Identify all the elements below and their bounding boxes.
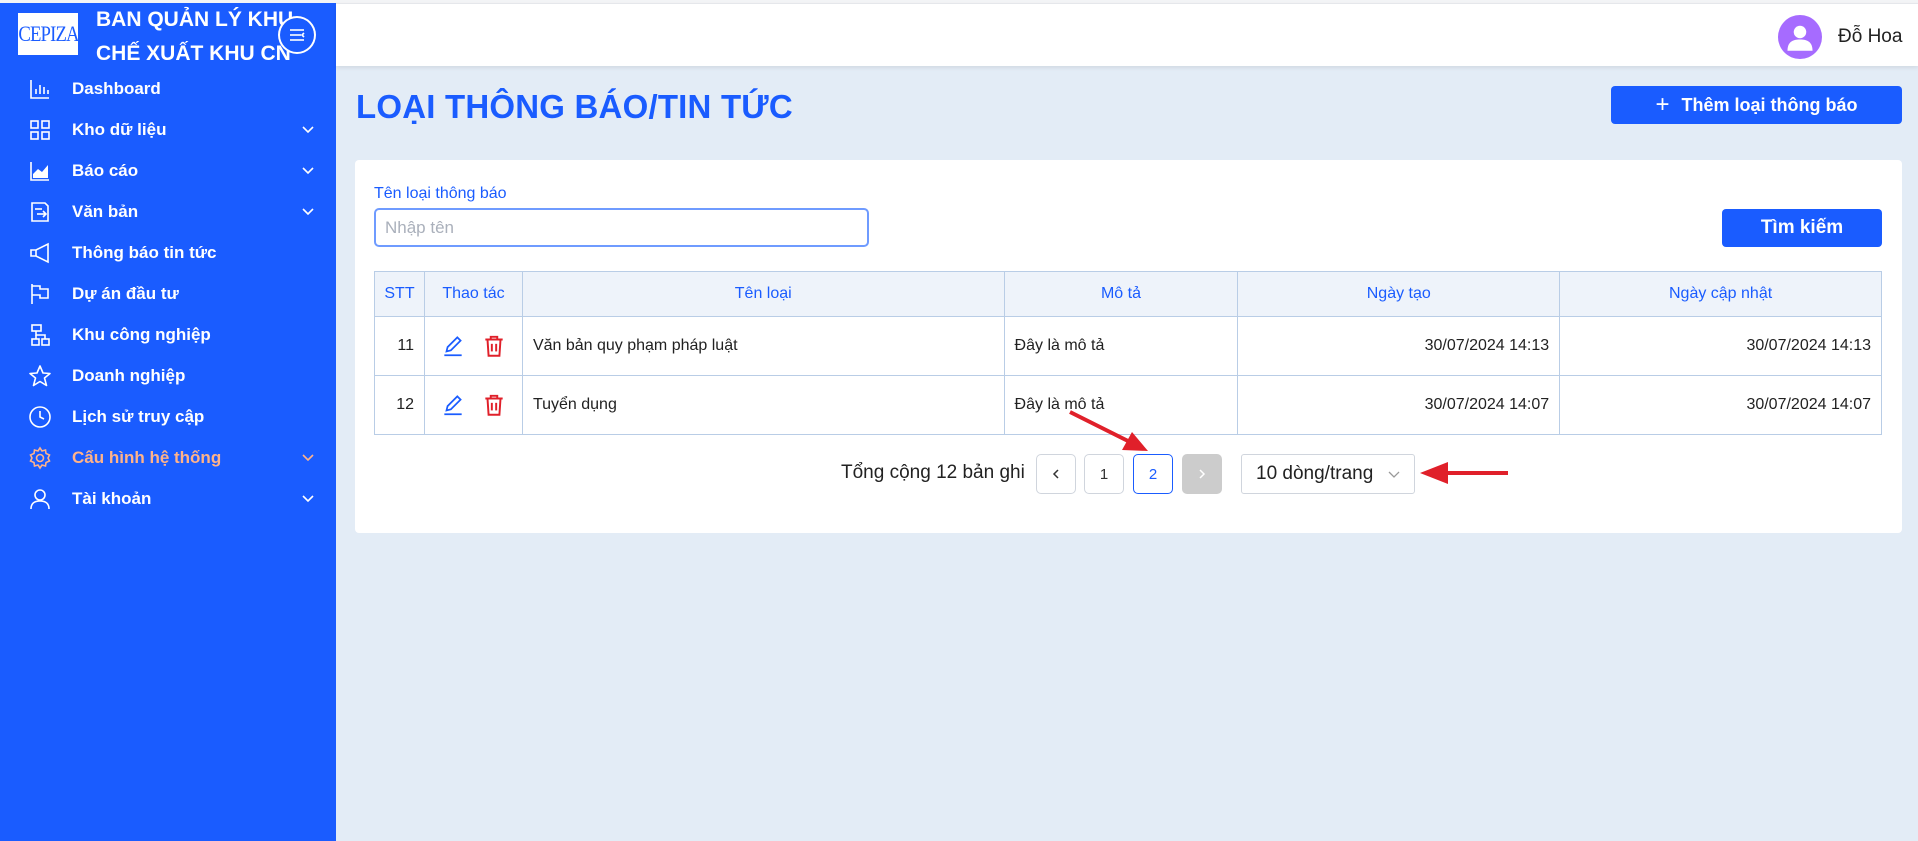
cell-name: Tuyển dụng xyxy=(521,375,1005,435)
brand: CEPIZA BAN QUẢN LÝ KHU CHẾ XUẤT KHU CN xyxy=(0,0,336,72)
bar-chart-icon xyxy=(30,80,49,99)
menu-fold-icon xyxy=(280,18,314,52)
cell-updated: 30/07/2024 14:13 xyxy=(1559,316,1882,376)
page-button-1[interactable]: 1 xyxy=(1084,454,1124,494)
chevron-down-icon xyxy=(302,495,314,503)
sidebar-item-label: Khu công nghiệp xyxy=(72,324,211,344)
document-icon xyxy=(31,202,49,222)
sidebar-item-label: Tài khoản xyxy=(72,488,152,508)
avatar[interactable] xyxy=(1778,15,1822,59)
username[interactable]: Đỗ Hoa xyxy=(1838,26,1902,48)
chevron-down-icon xyxy=(302,454,314,462)
brand-title-line2: CHẾ XUẤT KHU CN xyxy=(96,42,291,65)
page-button-2[interactable]: 2 xyxy=(1133,454,1173,494)
cluster-icon xyxy=(31,324,50,346)
sidebar-item-thong-bao-tin-tuc[interactable]: Thông báo tin tức xyxy=(0,232,336,273)
page-size-value: 10 dòng/trang xyxy=(1256,463,1374,484)
cell-stt: 11 xyxy=(374,316,425,376)
user-avatar-icon xyxy=(1787,25,1813,51)
table-row: 12 Tuyển dụng Đây là mô tả 30/07/2024 14… xyxy=(374,375,1882,435)
brand-title: BAN QUẢN LÝ KHU CHẾ XUẤT KHU CN xyxy=(96,3,293,71)
search-field-label: Tên loại thông báo xyxy=(374,185,507,202)
sidebar-item-label: Dashboard xyxy=(72,78,161,98)
table-row: 11 Văn bản quy phạm pháp luật Đây là mô … xyxy=(374,316,1882,376)
area-chart-icon xyxy=(30,162,49,181)
page-title: LOẠI THÔNG BÁO/TIN TỨC xyxy=(356,88,793,125)
chevron-down-icon xyxy=(302,167,314,175)
sidebar-item-label: Dự án đầu tư xyxy=(72,283,179,303)
table-header-row: STT Thao tác Tên loại Mô tả Ngày tạo Ngà… xyxy=(374,271,1882,317)
page-size-select[interactable]: 10 dòng/trang xyxy=(1241,454,1415,494)
sidebar-item-tai-khoan[interactable]: Tài khoản xyxy=(0,478,336,519)
sidebar-item-label: Lịch sử truy cập xyxy=(72,406,205,426)
chevron-down-icon xyxy=(1388,471,1400,478)
sidebar-item-label: Kho dữ liệu xyxy=(72,119,167,139)
total-records: Tổng cộng 12 bản ghi xyxy=(841,462,1025,483)
next-page-button[interactable] xyxy=(1182,454,1222,494)
column-header[interactable]: STT xyxy=(374,271,425,317)
prev-page-button[interactable] xyxy=(1036,454,1076,494)
gear-icon xyxy=(29,446,51,470)
search-input[interactable] xyxy=(374,208,869,247)
cell-actions xyxy=(423,375,523,435)
cell-stt: 12 xyxy=(374,375,425,435)
chevron-down-icon xyxy=(302,208,314,216)
cell-updated: 30/07/2024 14:07 xyxy=(1559,375,1882,435)
grid-icon xyxy=(30,120,50,140)
data-table: STT Thao tác Tên loại Mô tả Ngày tạo Ngà… xyxy=(374,271,1882,435)
column-header[interactable]: Ngày tạo xyxy=(1237,271,1561,317)
cell-description: Đây là mô tả xyxy=(1003,316,1239,376)
chevron-down-icon xyxy=(302,126,314,134)
logo-text: CEPIZA xyxy=(17,21,79,46)
column-header[interactable]: Ngày cập nhật xyxy=(1559,271,1882,317)
sidebar-item-khu-cong-nghiep[interactable]: Khu công nghiệp xyxy=(0,314,336,355)
flag-icon xyxy=(31,284,49,304)
logo[interactable]: CEPIZA xyxy=(17,13,79,55)
cell-actions xyxy=(423,316,523,376)
sidebar-item-label: Doanh nghiệp xyxy=(72,365,186,385)
delete-icon[interactable] xyxy=(481,333,507,359)
sidebar-item-du-an-dau-tu[interactable]: Dự án đầu tư xyxy=(0,273,336,314)
user-icon xyxy=(30,489,50,510)
brand-title-line1: BAN QUẢN LÝ KHU xyxy=(96,8,294,31)
sidebar-item-van-ban[interactable]: Văn bản xyxy=(0,191,336,232)
add-button-label: Thêm loại thông báo xyxy=(1681,94,1858,115)
column-header[interactable]: Thao tác xyxy=(423,271,523,317)
sidebar-item-doanh-nghiep[interactable]: Doanh nghiệp xyxy=(0,355,336,396)
edit-icon[interactable] xyxy=(440,392,466,418)
sidebar-nav: Dashboard Kho dữ liệu Báo cáo Văn bản Th… xyxy=(0,68,336,519)
add-notification-type-button[interactable]: + Thêm loại thông báo xyxy=(1611,86,1902,124)
cell-created: 30/07/2024 14:07 xyxy=(1237,375,1561,435)
sidebar-item-cau-hinh-he-thong[interactable]: Cấu hình hệ thống xyxy=(0,437,336,478)
cell-description: Đây là mô tả xyxy=(1003,375,1239,435)
search-button[interactable]: Tìm kiếm xyxy=(1722,209,1882,247)
chevron-left-icon xyxy=(1052,469,1059,479)
chevron-right-icon xyxy=(1199,469,1206,479)
sidebar-item-label: Văn bản xyxy=(72,201,139,221)
header-bar xyxy=(336,3,1918,66)
cell-name: Văn bản quy phạm pháp luật xyxy=(521,316,1005,376)
column-header[interactable]: Mô tả xyxy=(1003,271,1239,317)
menu-toggle-button[interactable] xyxy=(278,16,316,54)
star-icon xyxy=(29,365,51,387)
sidebar-item-kho-du-lieu[interactable]: Kho dữ liệu xyxy=(0,109,336,150)
cell-created: 30/07/2024 14:13 xyxy=(1237,316,1561,376)
sidebar: CEPIZA BAN QUẢN LÝ KHU CHẾ XUẤT KHU CN D… xyxy=(0,0,336,841)
delete-icon[interactable] xyxy=(481,392,507,418)
sidebar-item-lich-su-truy-cap[interactable]: Lịch sử truy cập xyxy=(0,396,336,437)
megaphone-icon xyxy=(30,242,49,264)
sidebar-item-bao-cao[interactable]: Báo cáo xyxy=(0,150,336,191)
sidebar-item-dashboard[interactable]: Dashboard xyxy=(0,68,336,109)
sidebar-item-label: Cấu hình hệ thống xyxy=(72,447,222,467)
edit-icon[interactable] xyxy=(440,333,466,359)
column-header[interactable]: Tên loại xyxy=(521,271,1005,317)
sidebar-item-label: Báo cáo xyxy=(72,160,139,180)
plus-icon: + xyxy=(1655,91,1670,118)
clock-icon xyxy=(29,406,51,428)
sidebar-item-label: Thông báo tin tức xyxy=(72,242,217,262)
